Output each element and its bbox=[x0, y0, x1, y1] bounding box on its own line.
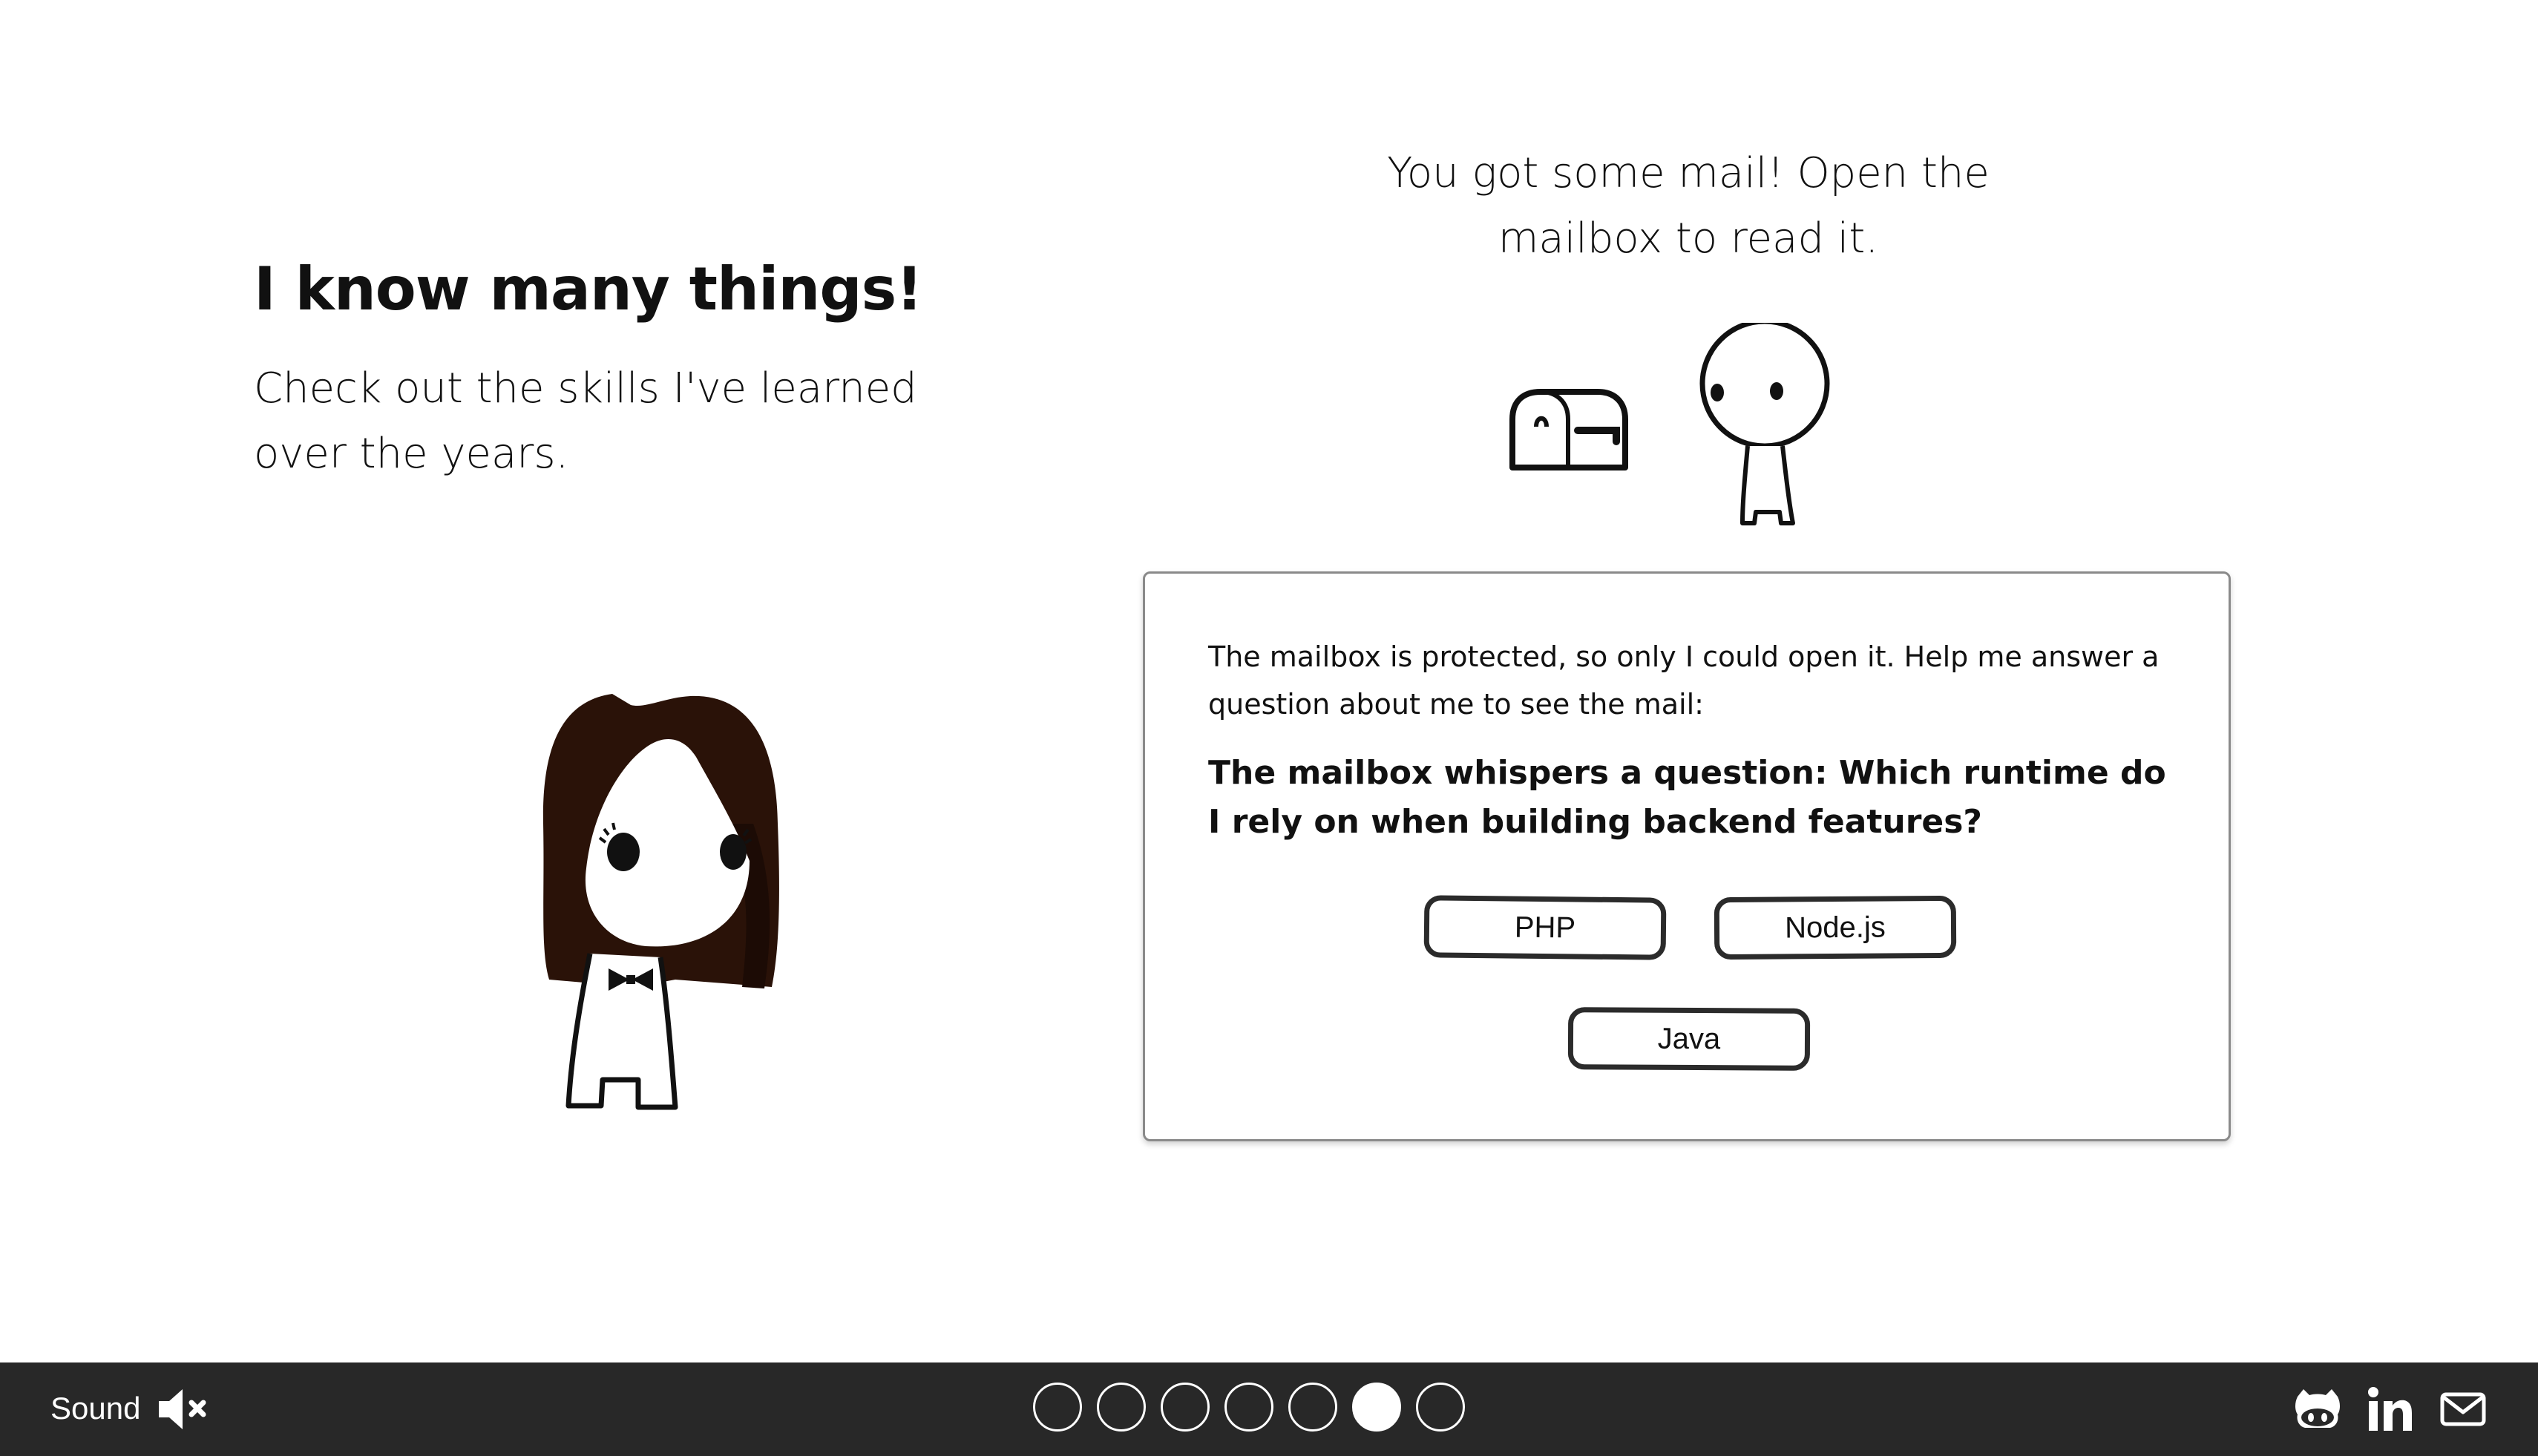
page-dot-4[interactable] bbox=[1224, 1383, 1273, 1432]
section-title: I know many things! bbox=[254, 255, 923, 324]
quiz-intro: The mailbox is protected, so only I coul… bbox=[1208, 640, 2160, 721]
girl-illustration bbox=[542, 694, 779, 1110]
mail-hint: You got some mail! Open the mailbox to r… bbox=[1387, 149, 1990, 263]
page-dot-7[interactable] bbox=[1416, 1383, 1465, 1432]
page-dot-6[interactable] bbox=[1352, 1383, 1401, 1432]
github-link[interactable] bbox=[2293, 1385, 2342, 1434]
linkedin-link[interactable] bbox=[2366, 1385, 2415, 1434]
email-link[interactable] bbox=[2439, 1385, 2488, 1434]
linkedin-icon bbox=[2368, 1387, 2412, 1431]
sound-label: Sound bbox=[50, 1391, 141, 1426]
quiz-question: The mailbox whispers a question: Which r… bbox=[1208, 754, 2166, 841]
section-subtitle: Check out the skills I've learned over t… bbox=[254, 364, 917, 478]
mailbox-drawing bbox=[1509, 389, 1628, 470]
stick-figure bbox=[1692, 318, 1840, 531]
mailbox-icon[interactable] bbox=[1505, 386, 1631, 475]
answer-button-java[interactable]: Java bbox=[1567, 1007, 1811, 1071]
footer-bar: Sound bbox=[0, 1362, 2538, 1456]
mail-icon bbox=[2440, 1392, 2486, 1426]
github-icon bbox=[2295, 1389, 2340, 1428]
stick-figure-drawing bbox=[1699, 318, 1830, 525]
girl-avatar bbox=[497, 675, 794, 1121]
page-pagination bbox=[1033, 1383, 1480, 1432]
page-dot-5[interactable] bbox=[1288, 1383, 1337, 1432]
page-dot-2[interactable] bbox=[1097, 1383, 1146, 1432]
answer-button-nodejs[interactable]: Node.js bbox=[1714, 895, 1957, 960]
speaker-muted-icon bbox=[159, 1389, 206, 1429]
quiz-panel: The mailbox is protected, so only I coul… bbox=[1143, 571, 2231, 1141]
answer-button-php[interactable]: PHP bbox=[1423, 895, 1667, 960]
page-dot-3[interactable] bbox=[1161, 1383, 1210, 1432]
page-dot-1[interactable] bbox=[1033, 1383, 1082, 1432]
sound-toggle-button[interactable] bbox=[156, 1386, 209, 1432]
